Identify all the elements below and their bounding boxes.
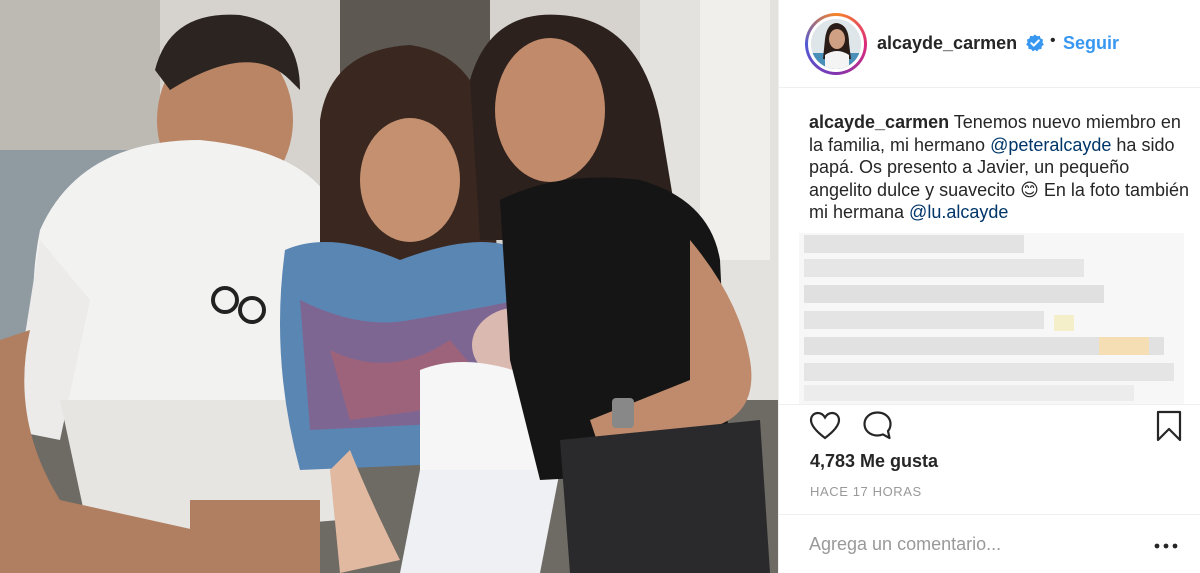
post-caption: alcayde_carmen Tenemos nuevo miembro en …: [809, 111, 1191, 224]
blurred-comments: [799, 233, 1184, 405]
follow-button[interactable]: Seguir: [1063, 33, 1119, 54]
comment-icon[interactable]: [862, 410, 893, 441]
instagram-post: alcayde_carmen • Seguir alcayde_carmen T…: [0, 0, 1200, 573]
heart-icon[interactable]: [809, 411, 841, 441]
comment-bar: Agrega un comentario...: [779, 514, 1200, 573]
avatar[interactable]: [808, 16, 864, 72]
bookmark-icon[interactable]: [1156, 410, 1182, 442]
comment-input[interactable]: Agrega un comentario...: [809, 534, 1001, 555]
smile-emoji: 😊: [1020, 179, 1039, 200]
verified-icon: [1026, 34, 1044, 52]
avatar-ring[interactable]: [805, 13, 867, 75]
header-username[interactable]: alcayde_carmen: [877, 33, 1017, 54]
caption-username[interactable]: alcayde_carmen: [809, 112, 949, 132]
header-separator: •: [1050, 32, 1056, 49]
post-photo[interactable]: [0, 0, 778, 573]
avatar-image: [811, 19, 861, 69]
family-photo-illustration: [0, 0, 778, 573]
post-timestamp[interactable]: HACE 17 HORAS: [810, 484, 922, 499]
likes-count[interactable]: 4,783 Me gusta: [810, 451, 938, 472]
post-header: alcayde_carmen • Seguir: [779, 0, 1200, 88]
post-sidebar: alcayde_carmen • Seguir alcayde_carmen T…: [778, 0, 1200, 573]
mention-lualcayde[interactable]: @lu.alcayde: [909, 202, 1008, 222]
mention-peteralcayde[interactable]: @peteralcayde: [990, 135, 1111, 155]
more-icon[interactable]: [1154, 543, 1178, 549]
action-bar: [779, 404, 1200, 444]
